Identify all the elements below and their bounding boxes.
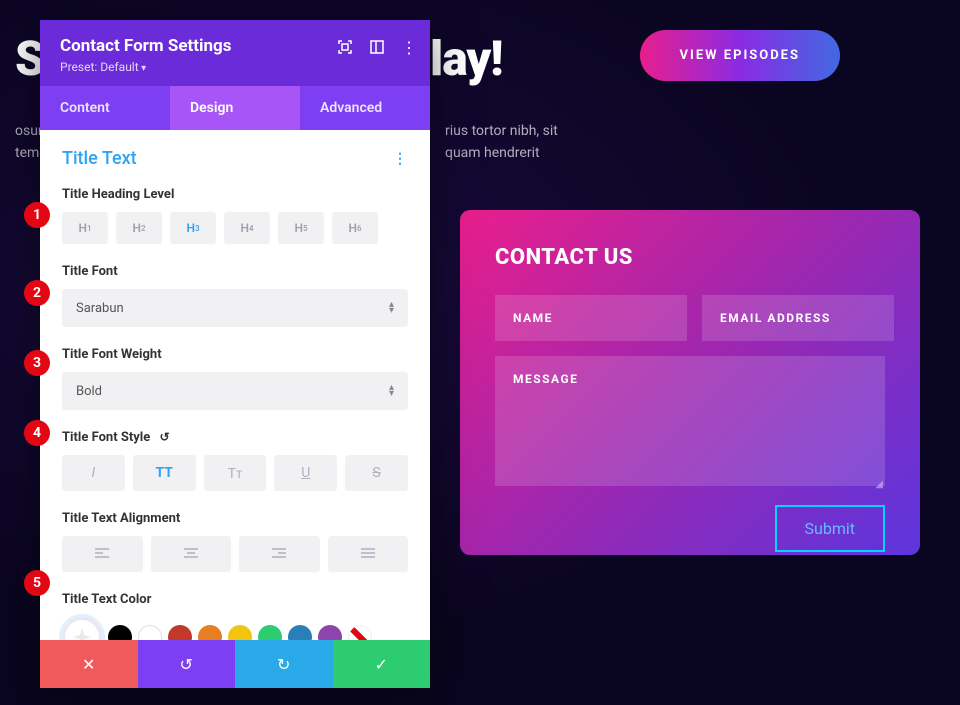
section-menu-icon[interactable]: ⋮ xyxy=(393,151,408,167)
hero-title-right: lay! xyxy=(430,30,502,87)
color-green[interactable] xyxy=(258,625,282,640)
annotation-badge-4: 4 xyxy=(24,420,50,446)
heading-level-group: H1 H2 H3 H4 H5 H6 xyxy=(62,212,408,244)
save-button[interactable]: ✓ xyxy=(333,640,431,688)
select-arrows-icon: ▴▾ xyxy=(389,385,394,397)
heading-h6[interactable]: H6 xyxy=(332,212,378,244)
name-input[interactable] xyxy=(495,295,687,341)
style-smallcaps[interactable]: Tᴛ xyxy=(204,455,267,491)
redo-button[interactable]: ↻ xyxy=(235,640,333,688)
expand-icon[interactable] xyxy=(338,40,352,54)
style-uppercase[interactable]: TT xyxy=(133,455,196,491)
text-color-label: Title Text Color xyxy=(62,592,408,607)
more-menu-icon[interactable]: ⋮ xyxy=(402,40,416,54)
undo-button[interactable]: ↺ xyxy=(138,640,236,688)
layout-icon[interactable] xyxy=(370,40,384,54)
panel-header: Contact Form Settings Preset: Default ⋮ xyxy=(40,20,430,86)
tab-content[interactable]: Content xyxy=(40,86,170,130)
heading-h5[interactable]: H5 xyxy=(278,212,324,244)
tab-design[interactable]: Design xyxy=(170,86,300,130)
body-text-right: rius tortor nibh, sit quam hendrerit xyxy=(445,120,558,165)
align-justify[interactable] xyxy=(328,536,409,572)
contact-title: CONTACT US xyxy=(495,245,885,270)
submit-button[interactable]: Submit xyxy=(775,505,885,552)
color-blue[interactable] xyxy=(288,625,312,640)
email-input[interactable] xyxy=(702,295,894,341)
font-style-group: I TT Tᴛ U S xyxy=(62,455,408,491)
annotation-badge-2: 2 xyxy=(24,280,50,306)
select-arrows-icon: ▴▾ xyxy=(389,302,394,314)
panel-tabs: Content Design Advanced xyxy=(40,86,430,130)
preset-dropdown[interactable]: Preset: Default xyxy=(60,60,410,74)
align-center[interactable] xyxy=(151,536,232,572)
panel-body: Title Text ⋮ Title Heading Level H1 H2 H… xyxy=(40,130,430,640)
color-white[interactable] xyxy=(138,625,162,640)
color-none[interactable] xyxy=(348,625,372,640)
color-purple[interactable] xyxy=(318,625,342,640)
font-select[interactable]: Sarabun ▴▾ xyxy=(62,289,408,327)
color-red[interactable] xyxy=(168,625,192,640)
color-black[interactable] xyxy=(108,625,132,640)
panel-footer: ✕ ↺ ↻ ✓ xyxy=(40,640,430,688)
align-right[interactable] xyxy=(239,536,320,572)
color-yellow[interactable] xyxy=(228,625,252,640)
annotation-badge-3: 3 xyxy=(24,350,50,376)
style-strikethrough[interactable]: S xyxy=(345,455,408,491)
heading-h2[interactable]: H2 xyxy=(116,212,162,244)
resize-handle-icon[interactable]: ◢ xyxy=(875,479,883,490)
annotation-badge-5: 5 xyxy=(24,570,50,596)
font-weight-label: Title Font Weight xyxy=(62,347,408,362)
color-current[interactable] xyxy=(62,617,102,640)
heading-level-label: Title Heading Level xyxy=(62,187,408,202)
color-orange[interactable] xyxy=(198,625,222,640)
reset-icon[interactable]: ↺ xyxy=(160,430,170,444)
message-textarea[interactable] xyxy=(495,356,885,486)
heading-h3[interactable]: H3 xyxy=(170,212,216,244)
contact-form-preview: CONTACT US ◢ Submit xyxy=(460,210,920,555)
font-style-label: Title Font Style ↺ xyxy=(62,430,408,445)
section-title[interactable]: Title Text xyxy=(62,148,137,169)
style-italic[interactable]: I xyxy=(62,455,125,491)
settings-panel: Contact Form Settings Preset: Default ⋮ … xyxy=(40,20,430,688)
heading-h4[interactable]: H4 xyxy=(224,212,270,244)
view-episodes-button[interactable]: VIEW EPISODES xyxy=(640,30,840,81)
tab-advanced[interactable]: Advanced xyxy=(300,86,430,130)
font-weight-select[interactable]: Bold ▴▾ xyxy=(62,372,408,410)
color-swatch-row xyxy=(62,617,408,640)
font-label: Title Font xyxy=(62,264,408,279)
style-underline[interactable]: U xyxy=(274,455,337,491)
annotation-badge-1: 1 xyxy=(24,202,50,228)
alignment-group xyxy=(62,536,408,572)
cancel-button[interactable]: ✕ xyxy=(40,640,138,688)
heading-h1[interactable]: H1 xyxy=(62,212,108,244)
alignment-label: Title Text Alignment xyxy=(62,511,408,526)
align-left[interactable] xyxy=(62,536,143,572)
